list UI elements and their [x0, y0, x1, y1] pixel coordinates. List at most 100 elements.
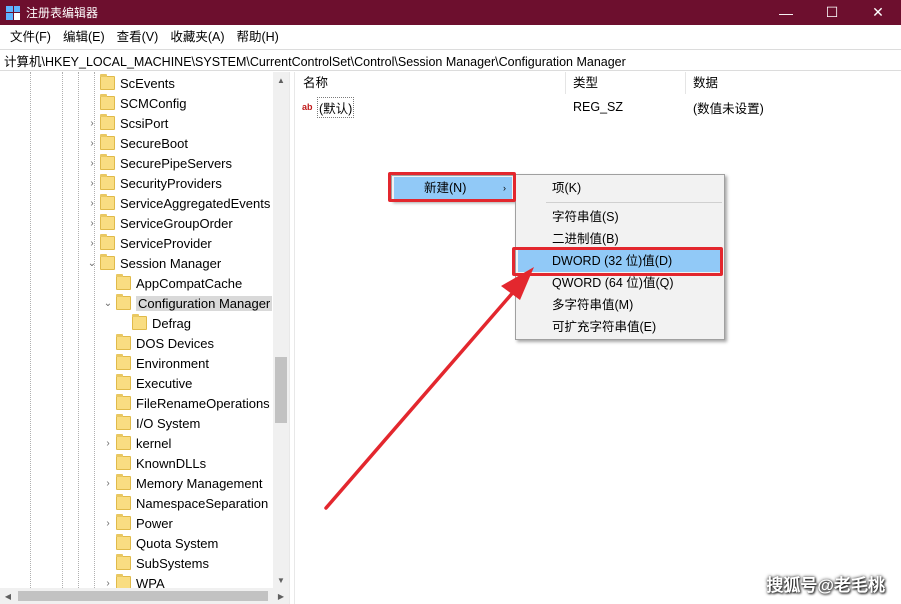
chevron-right-icon[interactable]: › — [86, 137, 98, 149]
tree-item[interactable]: › kernel — [102, 433, 171, 453]
column-data[interactable]: 数据 — [686, 72, 901, 94]
chevron-right-icon[interactable]: › — [102, 577, 114, 589]
tree-item[interactable]: › ScsiPort — [86, 113, 168, 133]
tree-item[interactable]: SubSystems — [102, 553, 209, 573]
tree-item[interactable]: Environment — [102, 353, 209, 373]
chevron-right-icon[interactable]: › — [86, 237, 98, 249]
tree-guide-line — [30, 72, 31, 588]
tree-item[interactable]: ⌄ Configuration Manager — [102, 293, 273, 313]
chevron-down-icon[interactable]: ⌄ — [102, 297, 114, 309]
pane-splitter[interactable] — [289, 72, 295, 604]
chevron-right-icon[interactable]: › — [102, 437, 114, 449]
submenu-item-expandable-string[interactable]: 可扩充字符串值(E) — [518, 316, 722, 338]
tree-item[interactable]: › ServiceGroupOrder — [86, 213, 233, 233]
chevron-right-icon[interactable]: › — [86, 117, 98, 129]
folder-icon — [116, 534, 131, 550]
chevron-right-icon[interactable]: › — [86, 177, 98, 189]
chevron-right-icon[interactable]: › — [86, 157, 98, 169]
tree-item[interactable]: › SecurePipeServers — [86, 153, 232, 173]
tree-item[interactable]: › SecurityProviders — [86, 173, 222, 193]
tree-item-label: ServiceProvider — [120, 235, 212, 251]
scroll-thumb-horizontal[interactable] — [18, 591, 268, 601]
annotation-box-dword — [512, 247, 723, 276]
chevron-right-icon[interactable]: › — [102, 517, 114, 529]
address-bar[interactable]: 计算机\HKEY_LOCAL_MACHINE\SYSTEM\CurrentCon… — [0, 49, 901, 71]
tree-item[interactable]: › Power — [102, 513, 173, 533]
tree-item-label: ServiceGroupOrder — [120, 215, 233, 231]
tree-item[interactable]: DOS Devices — [102, 333, 214, 353]
menu-help[interactable]: 帮助(H) — [230, 25, 284, 49]
value-type: REG_SZ — [573, 100, 624, 114]
tree-horizontal-scrollbar[interactable]: ◀ ▶ — [0, 588, 289, 604]
tree-item[interactable]: SCMConfig — [86, 93, 186, 113]
tree-item-label: SCMConfig — [120, 95, 187, 111]
folder-icon — [100, 134, 115, 150]
scroll-down-icon[interactable]: ▼ — [273, 572, 289, 588]
tree-item[interactable]: › SecureBoot — [86, 133, 188, 153]
tree-item-label: SecurityProviders — [120, 175, 222, 191]
chevron-down-icon[interactable]: ⌄ — [86, 257, 98, 269]
submenu-item-multi-string[interactable]: 多字符串值(M) — [518, 294, 722, 316]
tree-item[interactable]: ⌄ Session Manager — [86, 253, 221, 273]
tree-item[interactable]: AppCompatCache — [102, 273, 242, 293]
tree-item[interactable]: Executive — [102, 373, 192, 393]
folder-icon — [116, 554, 131, 570]
column-type[interactable]: 类型 — [566, 72, 686, 94]
regedit-icon — [6, 5, 20, 20]
tree-item-label: Power — [136, 515, 173, 531]
menu-bar: 文件(F) 编辑(E) 查看(V) 收藏夹(A) 帮助(H) — [0, 25, 901, 49]
tree-item[interactable]: Defrag — [118, 313, 191, 333]
folder-icon — [116, 354, 131, 370]
tree-item[interactable]: ScEvents — [86, 73, 175, 93]
tree-item[interactable]: Quota System — [102, 533, 218, 553]
folder-icon — [116, 574, 131, 588]
tree-item[interactable]: I/O System — [102, 413, 200, 433]
tree-item-label: AppCompatCache — [136, 275, 243, 291]
tree-item-label: Executive — [136, 375, 193, 391]
minimize-button[interactable]: — — [763, 0, 809, 25]
chevron-right-icon[interactable]: › — [102, 477, 114, 489]
tree-item[interactable]: › WPA — [102, 573, 165, 588]
folder-icon — [100, 94, 115, 110]
tree-item[interactable]: › ServiceAggregatedEvents — [86, 193, 270, 213]
tree-item[interactable]: › Memory Management — [102, 473, 262, 493]
menu-favorites[interactable]: 收藏夹(A) — [164, 25, 230, 49]
scroll-thumb[interactable] — [275, 357, 287, 423]
title-bar: 注册表编辑器 — ☐ ✕ — [0, 0, 901, 25]
submenu-item-string[interactable]: 字符串值(S) — [518, 206, 722, 228]
menu-file[interactable]: 文件(F) — [4, 25, 57, 49]
tree-vertical-scrollbar[interactable]: ▲ ▼ — [273, 72, 289, 588]
tree-item-label: Configuration Manager — [136, 295, 273, 311]
tree-item[interactable]: KnownDLLs — [102, 453, 206, 473]
watermark: 搜狐号@老毛桃 — [766, 576, 885, 595]
folder-icon — [100, 194, 115, 210]
tree-item[interactable]: FileRenameOperations — [102, 393, 270, 413]
chevron-right-icon[interactable]: › — [86, 197, 98, 209]
tree-item[interactable]: › ServiceProvider — [86, 233, 212, 253]
scroll-left-icon[interactable]: ◀ — [0, 588, 16, 604]
folder-icon — [100, 114, 115, 130]
folder-icon — [116, 494, 131, 510]
submenu-item-key[interactable]: 项(K) — [518, 177, 722, 199]
folder-icon — [100, 154, 115, 170]
window-title: 注册表编辑器 — [26, 6, 99, 20]
value-data: (数值未设置) — [693, 101, 764, 116]
menu-edit[interactable]: 编辑(E) — [57, 25, 111, 49]
close-button[interactable]: ✕ — [855, 0, 901, 25]
menu-view[interactable]: 查看(V) — [111, 25, 165, 49]
column-name[interactable]: 名称 — [296, 72, 566, 94]
chevron-right-icon[interactable]: › — [86, 217, 98, 229]
scroll-up-icon[interactable]: ▲ — [273, 72, 289, 88]
scroll-right-icon[interactable]: ▶ — [273, 588, 289, 604]
maximize-button[interactable]: ☐ — [809, 0, 855, 25]
tree-item[interactable]: NamespaceSeparation — [102, 493, 268, 513]
list-item[interactable]: ab (默认) REG_SZ (数值未设置) — [296, 96, 901, 118]
